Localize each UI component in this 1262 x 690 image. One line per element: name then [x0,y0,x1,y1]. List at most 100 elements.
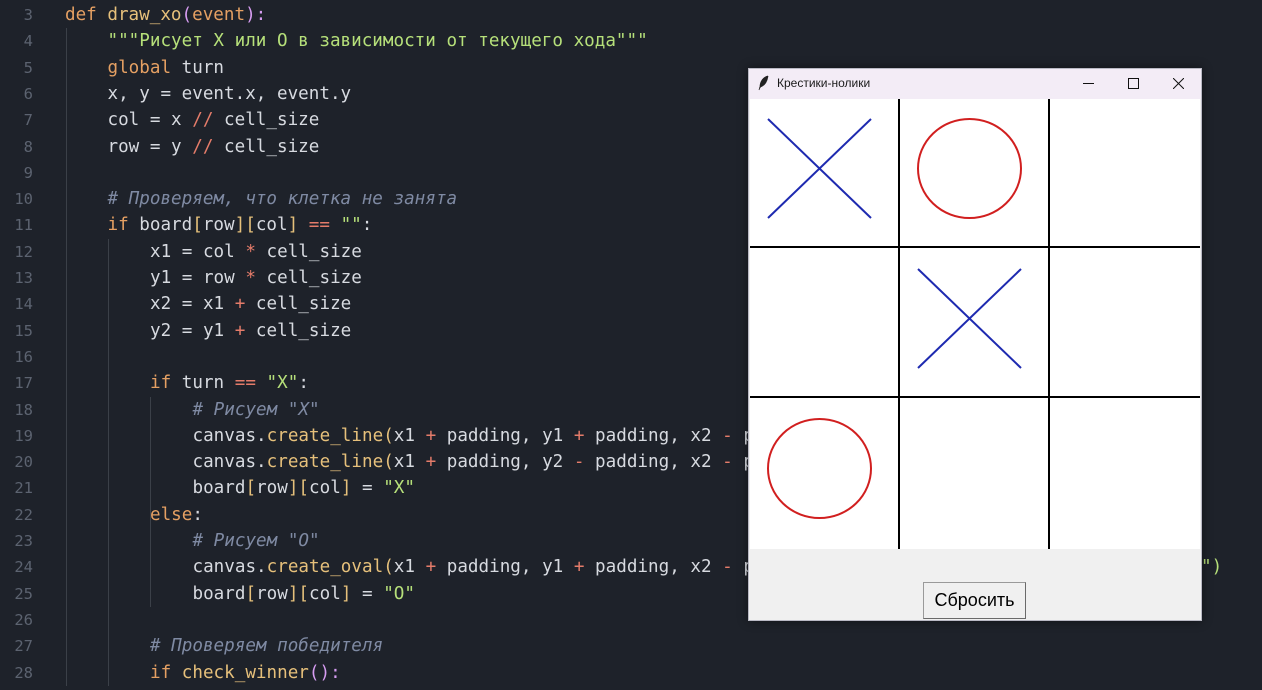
code-token: # Рисуем "O" [192,531,320,551]
code-token: + [573,557,585,578]
code-token: canvas. [192,425,267,446]
code-token: ( [383,425,394,446]
code-token: ): [245,5,267,25]
line-number: 28 [14,663,33,682]
code-token: ") [1201,557,1223,578]
code-text: # Проверяем победителя [150,633,383,659]
code-token: - [722,557,733,578]
code-token: : [361,215,373,236]
maximize-button[interactable] [1110,69,1156,98]
code-token: x2 = x1 [150,294,235,315]
code-token: + [425,557,437,578]
code-token: = [351,583,384,604]
code-text: global turn [108,55,225,81]
code-token: col [255,215,288,236]
code-token: check_winner [181,662,309,683]
code-token: row [256,478,288,499]
code-token: padding, x2 [584,452,723,473]
code-text: board[row][col] = "O" [193,581,415,607]
code-token: (): [308,662,341,683]
code-token: ][ [287,583,310,604]
line-number: 17 [14,374,33,393]
line-number: 11 [14,216,33,235]
code-token: "X" [383,478,415,499]
line-number: 12 [14,242,33,261]
code-text: # Проверяем, что клетка не занята [108,186,458,212]
game-board[interactable] [750,99,1200,549]
line-number: 15 [14,321,33,340]
code-token: ( [383,452,394,473]
code-token: cell_size [245,320,352,341]
close-button[interactable] [1155,69,1201,98]
indent-guide [150,396,151,607]
feather-icon [758,75,769,91]
code-token: [ [245,478,257,499]
code-text-overflow: ") [1201,554,1222,580]
line-number: 21 [14,479,33,498]
line-number: 9 [23,163,33,182]
line-number: 24 [14,558,33,577]
code-token: + [234,294,246,315]
close-icon [1172,78,1184,89]
line-number: 6 [23,84,33,103]
game-canvas[interactable] [750,99,1200,549]
code-token: [ [192,215,203,236]
window-title: Крестики-нолики [777,76,871,90]
code-token: if [150,662,182,683]
line-number: 8 [23,137,33,156]
code-token: x, y = event.x, event.y [107,83,352,104]
code-token: global [107,57,182,78]
line-number: 23 [14,532,33,550]
line-number: 16 [14,347,33,366]
code-text: canvas.create_line(x1 + padding, y2 - pa… [193,449,754,475]
minimize-button[interactable] [1065,69,1111,98]
code-token: event [192,5,246,25]
code-token: "O" [383,583,415,604]
code-text: x1 = col * cell_size [150,239,362,265]
code-line[interactable]: 27 # Проверяем победителя [0,633,1262,659]
code-line[interactable]: 28 if check_winner(): [0,660,1262,686]
code-text: canvas.create_line(x1 + padding, y1 + pa… [193,423,754,449]
code-text: row = y // cell_size [108,134,320,160]
code-token: col [309,478,341,499]
code-text: if check_winner(): [150,660,341,686]
line-number: 10 [14,190,33,209]
code-token: row [202,215,235,236]
code-token: cell_size [245,294,352,315]
code-token: # Рисуем "X" [192,399,320,420]
code-line[interactable]: 4 """Рисует X или O в зависимости от теку… [0,28,1262,54]
code-token: col [309,583,341,604]
code-text: y1 = row * cell_size [150,265,362,291]
code-token: == [234,373,256,394]
code-text: """Рисует X или O в зависимости от текущ… [108,28,648,54]
code-token: draw_xo [107,5,182,25]
code-token: cell_size [213,110,320,131]
code-text: if board[row][col] == "": [108,212,373,238]
code-token: padding, x2 [584,425,723,446]
code-token: """Рисует X или O в зависимости от текущ… [107,31,648,52]
code-token: col = x [107,110,193,131]
reset-button[interactable]: Сбросить [923,582,1026,619]
code-token: // [192,136,214,157]
line-number: 13 [14,269,33,287]
code-token: - [722,425,733,446]
window-titlebar[interactable]: Крестики-нолики [749,69,1201,99]
code-token: board [192,478,246,499]
line-number: 4 [23,32,33,51]
line-number: 27 [14,637,33,656]
code-token: padding, x2 [584,557,723,578]
code-token: : [298,373,309,394]
line-number: 25 [14,584,33,603]
code-line[interactable]: 3 def draw_xo(event): [0,2,1262,28]
code-text: y2 = y1 + cell_size [150,318,351,344]
code-token: ] [340,583,352,604]
code-text: x, y = event.x, event.y [108,81,352,107]
code-text: # Рисуем "O" [193,528,320,554]
code-token: y1 = row [150,268,246,288]
code-token: board [192,583,246,604]
code-token: + [234,320,246,341]
code-token: ][ [234,215,256,236]
